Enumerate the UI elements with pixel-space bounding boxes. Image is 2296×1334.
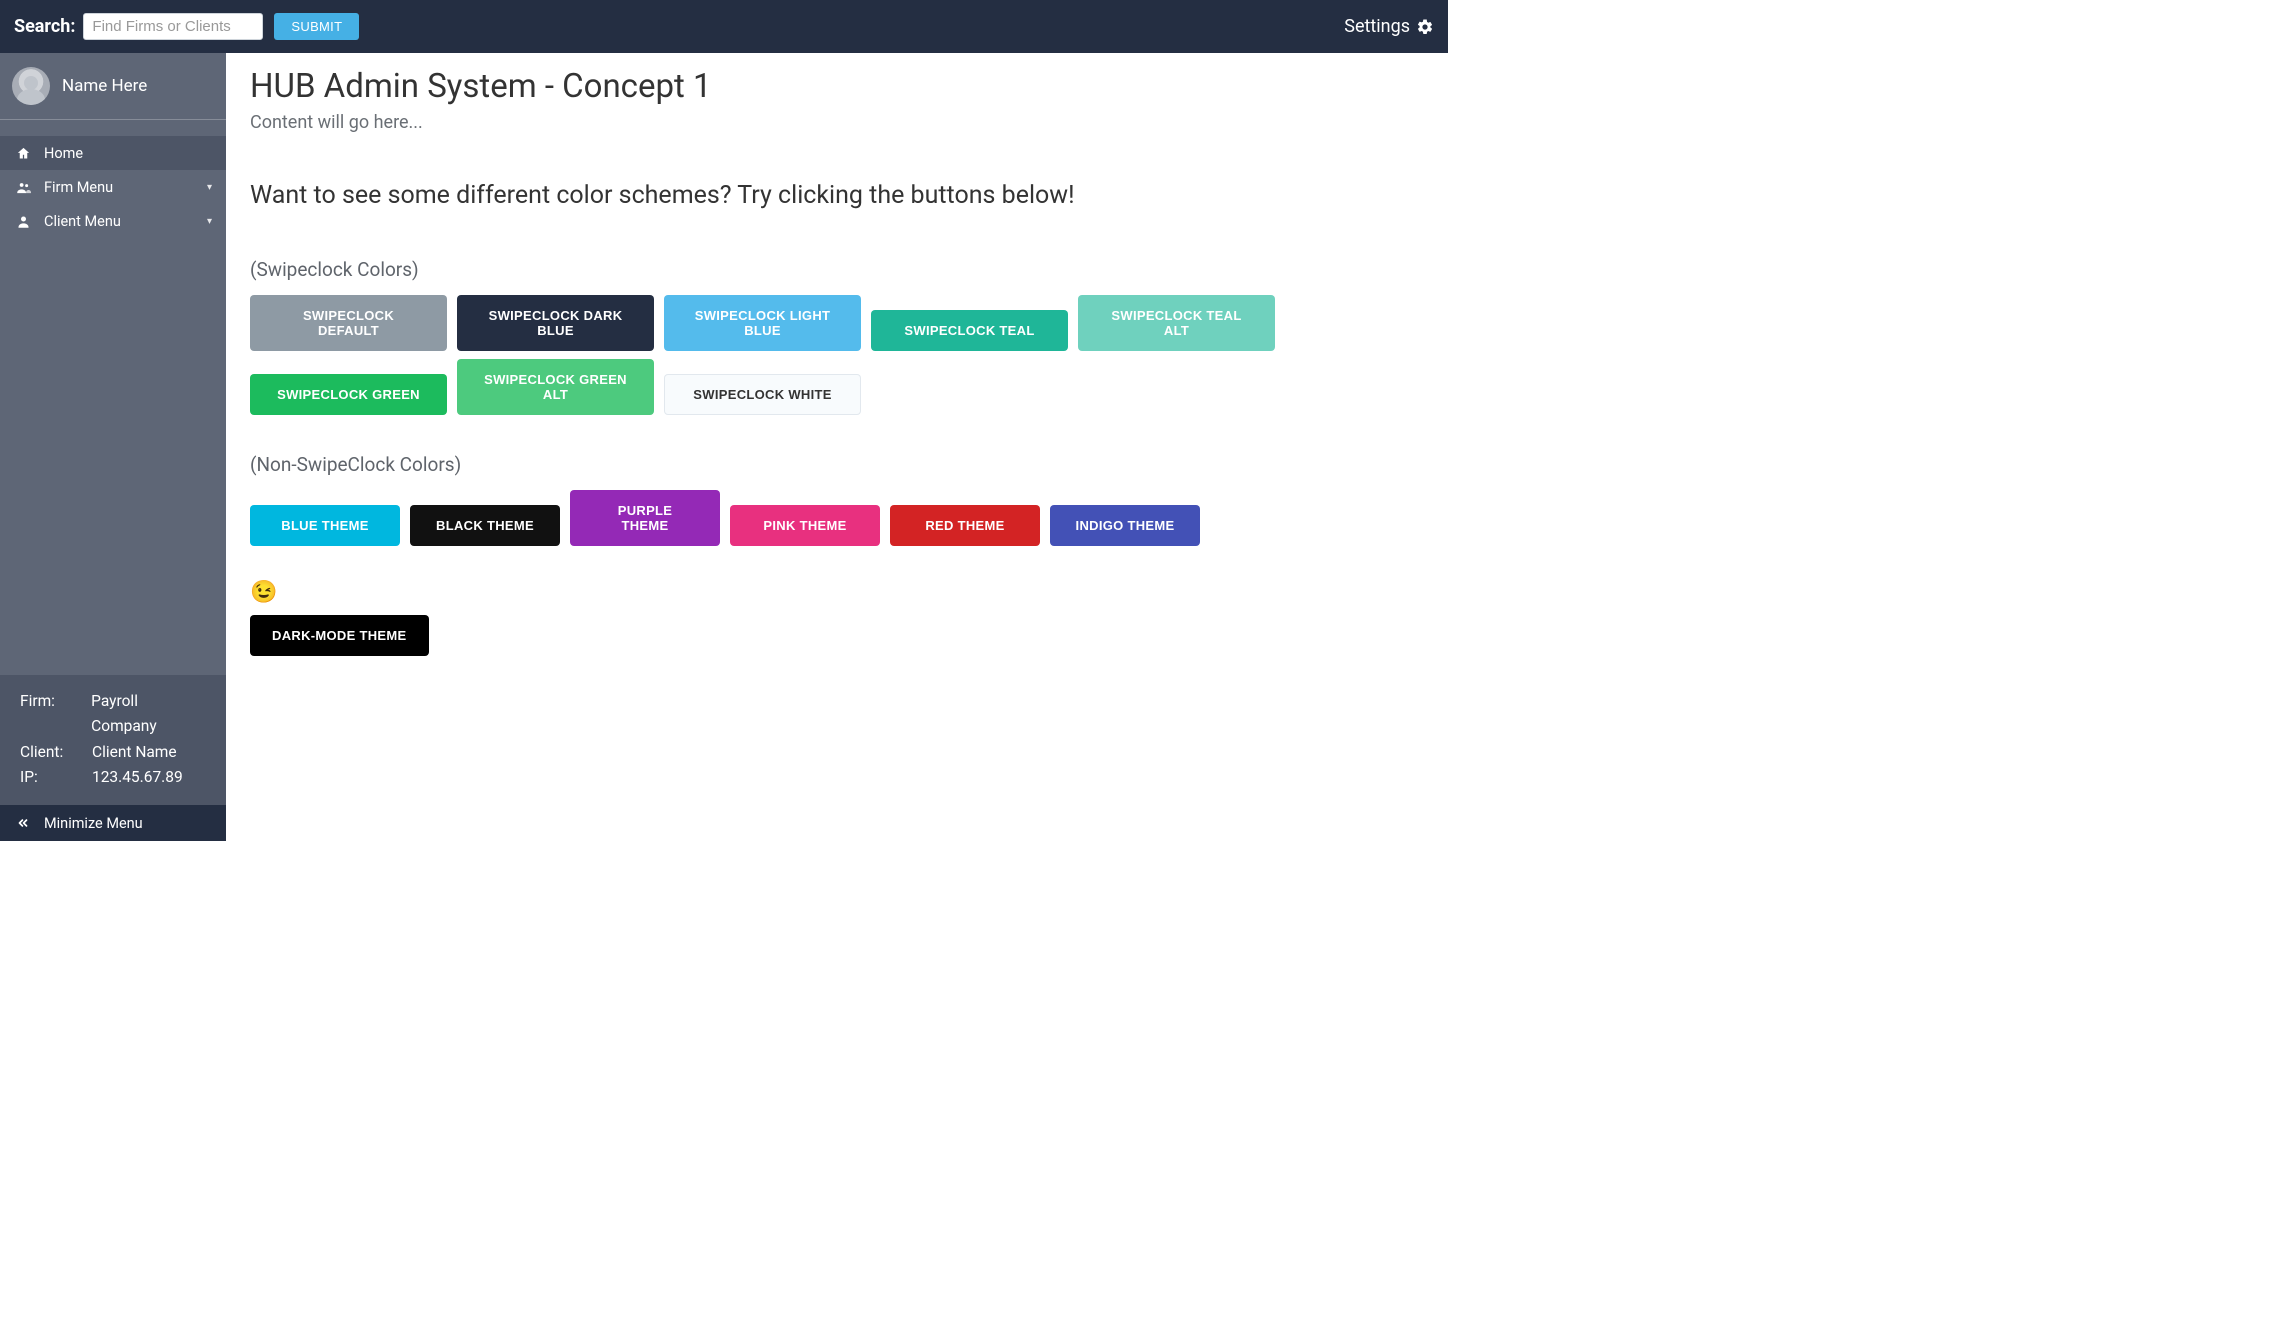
indigo-theme-button[interactable]: INDIGO THEME	[1050, 505, 1200, 546]
nav-item-client-menu[interactable]: Client Menu ▾	[0, 204, 226, 238]
sidebar: Name Here Home Firm Menu ▾ Client Menu ▾ Fir…	[0, 53, 226, 841]
nav: Home Firm Menu ▾ Client Menu ▾	[0, 136, 226, 238]
info-client-label: Client:	[20, 740, 92, 766]
dark-mode-theme-button[interactable]: DARK-MODE THEME	[250, 615, 429, 656]
nav-item-firm-menu[interactable]: Firm Menu ▾	[0, 170, 226, 204]
nav-item-label: Firm Menu	[44, 179, 113, 196]
red-theme-button[interactable]: RED THEME	[890, 505, 1040, 546]
user-name: Name Here	[62, 76, 147, 96]
info-firm-label: Firm:	[20, 689, 91, 740]
search-input[interactable]	[83, 13, 263, 40]
users-icon	[16, 180, 32, 195]
group2-label: (Non-SwipeClock Colors)	[250, 453, 1424, 476]
wink-emoji: 😉	[250, 580, 1424, 605]
topbar-left: Search: SUBMIT	[14, 13, 359, 40]
search-label: Search:	[14, 16, 75, 37]
sidebar-divider	[0, 119, 226, 120]
pink-theme-button[interactable]: PINK THEME	[730, 505, 880, 546]
swipeclock-green-button[interactable]: SWIPECLOCK GREEN	[250, 374, 447, 415]
user-block: Name Here	[0, 53, 226, 119]
sidebar-info: Firm: Payroll Company Client: Client Nam…	[0, 675, 226, 805]
gear-icon[interactable]	[1416, 18, 1434, 36]
double-chevron-left-icon	[16, 816, 30, 830]
minimize-menu[interactable]: Minimize Menu	[0, 805, 226, 841]
black-theme-button[interactable]: BLACK THEME	[410, 505, 560, 546]
group2-buttons: BLUE THEMEBLACK THEMEPURPLE THEMEPINK TH…	[250, 486, 1424, 550]
info-ip-value: 123.45.67.89	[92, 765, 183, 791]
nav-item-home[interactable]: Home	[0, 136, 226, 170]
chevron-down-icon: ▾	[207, 182, 212, 193]
purple-theme-button[interactable]: PURPLE THEME	[570, 490, 720, 546]
chevron-down-icon: ▾	[207, 216, 212, 227]
settings-link[interactable]: Settings	[1344, 16, 1410, 37]
group1-buttons: SWIPECLOCK DEFAULTSWIPECLOCK DARK BLUESW…	[250, 291, 1424, 419]
info-client-row: Client: Client Name	[20, 740, 206, 766]
swipeclock-dark-blue-button[interactable]: SWIPECLOCK DARK BLUE	[457, 295, 654, 351]
swipeclock-teal-button[interactable]: SWIPECLOCK TEAL	[871, 310, 1068, 351]
page-title: HUB Admin System - Concept 1	[250, 67, 1424, 106]
nav-item-label: Home	[44, 145, 83, 162]
avatar	[12, 67, 50, 105]
submit-button[interactable]: SUBMIT	[274, 13, 359, 40]
swipeclock-light-blue-button[interactable]: SWIPECLOCK LIGHT BLUE	[664, 295, 861, 351]
topbar: Search: SUBMIT Settings	[0, 0, 1448, 53]
page-subtitle: Content will go here...	[250, 112, 1424, 133]
info-ip-label: IP:	[20, 765, 92, 791]
swipeclock-default-button[interactable]: SWIPECLOCK DEFAULT	[250, 295, 447, 351]
group1-label: (Swipeclock Colors)	[250, 258, 1424, 281]
swipeclock-green-alt-button[interactable]: SWIPECLOCK GREEN ALT	[457, 359, 654, 415]
topbar-right: Settings	[1344, 16, 1434, 37]
nav-item-label: Client Menu	[44, 213, 121, 230]
swipeclock-teal-alt-button[interactable]: SWIPECLOCK TEAL ALT	[1078, 295, 1275, 351]
minimize-menu-label: Minimize Menu	[44, 815, 143, 832]
info-ip-row: IP: 123.45.67.89	[20, 765, 206, 791]
home-icon	[16, 146, 32, 161]
blue-theme-button[interactable]: BLUE THEME	[250, 505, 400, 546]
schemes-prompt: Want to see some different color schemes…	[250, 181, 1424, 210]
info-client-value: Client Name	[92, 740, 177, 766]
swipeclock-white-button[interactable]: SWIPECLOCK WHITE	[664, 374, 861, 415]
main: HUB Admin System - Concept 1 Content wil…	[226, 53, 1448, 841]
info-firm-row: Firm: Payroll Company	[20, 689, 206, 740]
info-firm-value: Payroll Company	[91, 689, 206, 740]
user-icon	[16, 214, 32, 229]
